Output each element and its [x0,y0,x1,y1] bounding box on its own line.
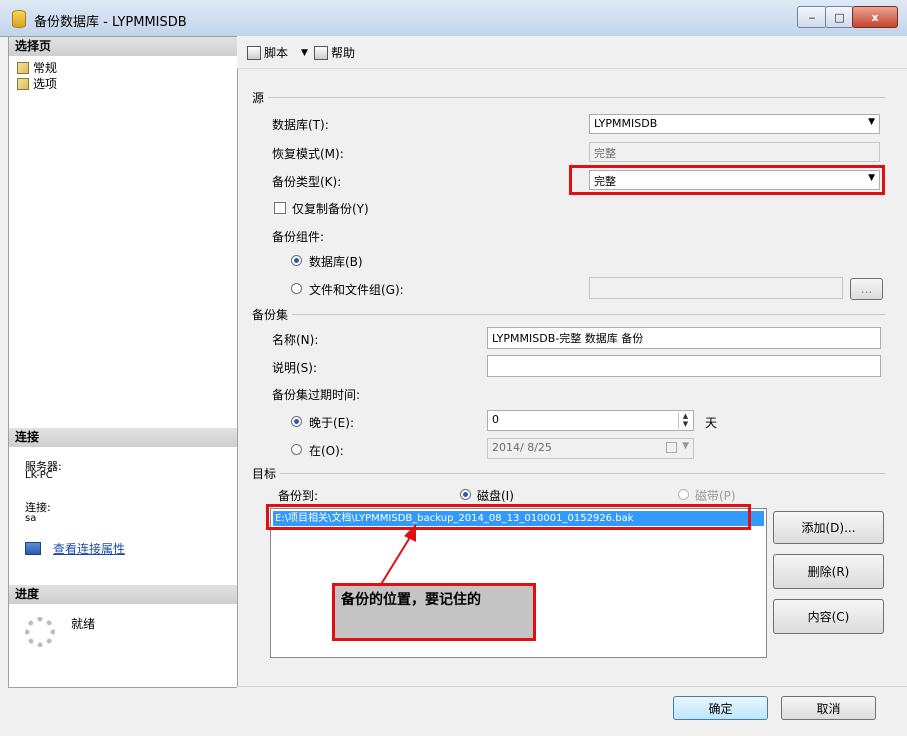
expire-days-unit: 天 [705,416,718,430]
component-database-radio[interactable] [291,255,302,266]
script-icon [247,45,261,60]
expire-on-radio[interactable] [291,444,302,455]
backup-type-label: 备份类型(K): [272,175,342,189]
page-icon [17,61,29,74]
expire-label: 备份集过期时间: [272,388,361,402]
recovery-model-field: 完整 [589,142,880,162]
page-icon [17,77,29,90]
connection-properties-icon [25,542,41,555]
page-item-options[interactable]: 选项 [17,75,57,92]
expire-date-picker: 2014/ 8/25 ▼ [487,438,694,459]
server-value: LK-PC [25,470,53,481]
view-props-label: 查看连接属性 [53,542,126,556]
spinner-arrows-icon[interactable]: ▲ ▼ [678,412,692,429]
connection-header: 连接 [9,428,237,447]
section-divider [268,97,885,98]
page-label: 常规 [33,61,58,75]
description-label: 说明(S): [272,361,318,375]
calendar-icon [666,442,677,453]
component-files-label: 文件和文件组(G): [309,283,404,297]
script-label: 脚本 [264,46,289,60]
component-files-radio[interactable] [291,283,302,294]
title-bar: 备份数据库 - LYPMMISDB ‒ □ x [0,0,907,37]
copy-only-checkbox[interactable] [274,202,286,214]
section-divider [280,473,885,474]
highlight-box-backup-type [569,165,885,195]
connect-value: sa [25,513,37,524]
annotation-callout: 备份的位置，要记住的 [332,583,536,641]
source-section-title: 源 [252,91,265,105]
footer-bar: 确定 取消 [237,686,907,736]
add-destination-button[interactable]: 添加(D)... [773,511,884,544]
select-page-header: 选择页 [9,37,237,56]
script-button[interactable]: 脚本 ▼ [247,44,308,61]
copy-only-label: 仅复制备份(Y) [292,202,369,216]
window-title: 备份数据库 - LYPMMISDB [34,15,187,30]
database-icon [12,10,26,28]
chevron-down-icon[interactable]: ▼ [301,48,308,58]
help-button[interactable]: 帮助 [314,44,355,61]
tape-label: 磁带(P) [695,489,736,503]
page-item-general[interactable]: 常规 [17,59,57,76]
backup-component-label: 备份组件: [272,230,325,244]
ok-button[interactable]: 确定 [673,696,768,720]
annotation-arrow [379,524,416,587]
browse-filegroups-button[interactable]: ... [850,278,883,300]
progress-spinner-icon [25,617,55,647]
close-button[interactable]: x [852,6,898,28]
chevron-down-icon: ▼ [682,441,689,451]
expire-after-label: 晚于(E): [309,416,354,430]
help-icon [314,45,328,60]
contents-button[interactable]: 内容(C) [773,599,884,634]
name-label: 名称(N): [272,333,319,347]
progress-header: 进度 [9,585,237,604]
database-label: 数据库(T): [272,118,329,132]
disk-radio[interactable] [460,489,471,500]
toolbar: 脚本 ▼ 帮助 [237,36,907,69]
expire-on-label: 在(O): [309,444,344,458]
progress-status: 就绪 [71,617,96,631]
expire-days-input[interactable]: 0 ▲ ▼ [487,410,694,431]
component-database-label: 数据库(B) [309,255,363,269]
help-label: 帮助 [331,46,356,60]
disk-label: 磁盘(I) [477,489,514,503]
expire-date-value: 2014/ 8/25 [492,441,552,454]
chevron-down-icon: ▼ [868,117,875,127]
description-input[interactable] [487,355,881,377]
page-label: 选项 [33,77,58,91]
section-divider [292,314,885,315]
database-value: LYPMMISDB [594,117,658,130]
expire-days-value: 0 [492,413,499,426]
tape-radio [678,489,689,500]
left-pane: 选择页 常规 选项 连接 服务器: LK-PC 连接: sa 查看连接属性 进度… [8,36,238,688]
backup-set-section-title: 备份集 [252,308,289,322]
filegroups-field [589,277,843,299]
destination-section-title: 目标 [252,467,277,481]
backup-name-input[interactable]: LYPMMISDB-完整 数据库 备份 [487,327,881,349]
backup-to-label: 备份到: [278,489,319,503]
maximize-button[interactable]: □ [825,6,854,28]
minimize-button[interactable]: ‒ [797,6,827,28]
expire-after-radio[interactable] [291,416,302,427]
database-select[interactable]: LYPMMISDB ▼ [589,114,880,134]
highlight-box-destination [266,504,751,530]
recovery-label: 恢复模式(M): [272,147,344,161]
view-connection-properties-link[interactable]: 查看连接属性 [25,540,125,557]
remove-destination-button[interactable]: 删除(R) [773,554,884,589]
cancel-button[interactable]: 取消 [781,696,876,720]
